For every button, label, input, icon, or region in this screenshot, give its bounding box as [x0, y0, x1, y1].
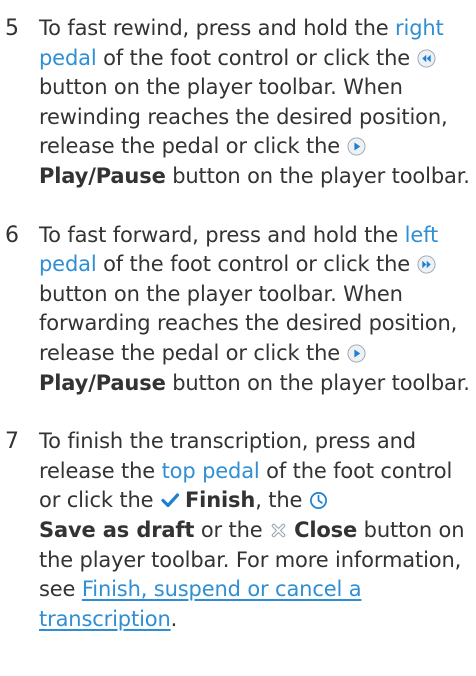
step-number: 6 [5, 222, 19, 248]
step-7: 7 To finish the transcription, press and… [4, 427, 472, 634]
step-text-segment: or the [194, 517, 270, 542]
step-text-segment: . [170, 606, 178, 631]
rewind-icon [417, 49, 436, 68]
play-icon [347, 137, 366, 156]
close-icon [269, 521, 288, 540]
steps-list: 5 To fast rewind, press and hold the rig… [4, 14, 472, 634]
play-pause-label: Play/Pause [39, 370, 166, 395]
step-text-segment: of the foot control or click the [96, 252, 417, 277]
step-text-segment: button on the player toolbar. When forwa… [39, 281, 458, 365]
step-text-segment: button on the player toolbar. [165, 370, 470, 395]
finish-suspend-cancel-link[interactable]: Finish, suspend or cancel a transcriptio… [39, 577, 362, 631]
step-text-segment: To fast rewind, press and hold the [39, 16, 396, 40]
step-number: 5 [5, 16, 19, 41]
fast-forward-icon [417, 255, 436, 274]
play-icon [347, 344, 366, 363]
step-text-segment: To fast forward, press and hold the [39, 222, 405, 247]
top-pedal-link[interactable]: top pedal [162, 459, 260, 483]
step-text: To fast forward, press and hold the left… [39, 221, 472, 399]
step-5: 5 To fast rewind, press and hold the rig… [4, 14, 472, 192]
step-text: To fast rewind, press and hold the right… [39, 14, 472, 192]
play-pause-label: Play/Pause [39, 163, 166, 188]
checkmark-icon [160, 491, 180, 510]
step-text-segment: button on the player toolbar. [165, 163, 470, 188]
finish-label: Finish [184, 488, 256, 513]
step-number: 7 [5, 429, 19, 455]
step-text-segment: of the foot control or click the [96, 45, 417, 70]
step-6: 6 To fast forward, press and hold the le… [4, 221, 472, 399]
step-text: To finish the transcription, press and r… [39, 427, 472, 634]
step-text-segment: , the [255, 488, 309, 513]
save-as-draft-label: Save as draft [39, 517, 195, 542]
close-label: Close [294, 517, 358, 542]
step-text-segment: button on the player toolbar. When rewin… [39, 75, 448, 159]
clock-icon [309, 491, 328, 510]
